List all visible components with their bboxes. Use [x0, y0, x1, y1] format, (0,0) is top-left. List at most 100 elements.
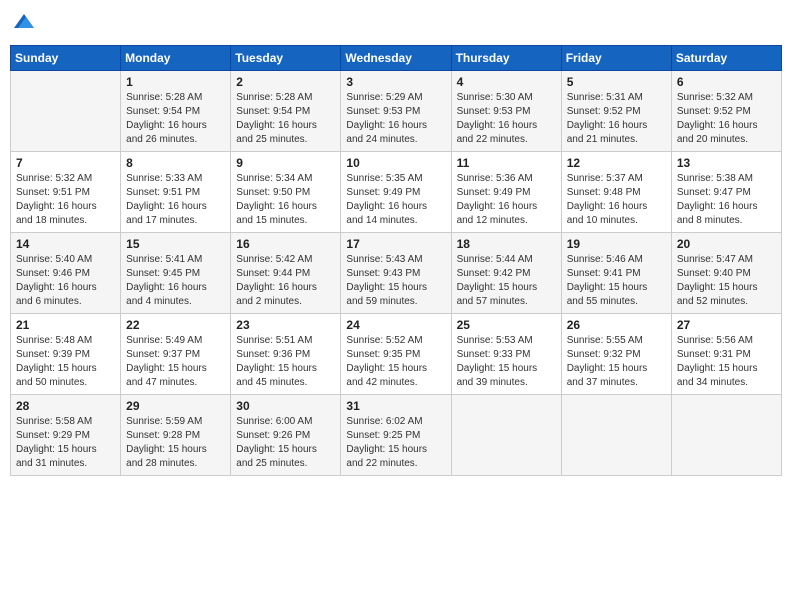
day-details: Sunrise: 5:48 AM Sunset: 9:39 PM Dayligh… [16, 334, 115, 390]
day-details: Sunrise: 5:41 AM Sunset: 9:45 PM Dayligh… [126, 253, 225, 309]
day-number: 22 [126, 318, 225, 332]
day-of-week-header: Wednesday [341, 46, 451, 71]
calendar-cell: 7 Sunrise: 5:32 AM Sunset: 9:51 PM Daylig… [11, 152, 121, 233]
calendar-week-row: 7 Sunrise: 5:32 AM Sunset: 9:51 PM Daylig… [11, 152, 782, 233]
day-number: 31 [346, 399, 445, 413]
calendar-cell: 3 Sunrise: 5:29 AM Sunset: 9:53 PM Daylig… [341, 71, 451, 152]
day-details: Sunrise: 5:32 AM Sunset: 9:52 PM Dayligh… [677, 91, 776, 147]
day-number: 2 [236, 75, 335, 89]
day-number: 24 [346, 318, 445, 332]
day-number: 30 [236, 399, 335, 413]
day-details: Sunrise: 5:52 AM Sunset: 9:35 PM Dayligh… [346, 334, 445, 390]
day-details: Sunrise: 5:56 AM Sunset: 9:31 PM Dayligh… [677, 334, 776, 390]
day-details: Sunrise: 5:28 AM Sunset: 9:54 PM Dayligh… [126, 91, 225, 147]
calendar-cell: 31Sunrise: 6:02 AM Sunset: 9:25 PM Dayli… [341, 395, 451, 476]
calendar-cell: 17 Sunrise: 5:43 AM Sunset: 9:43 PM Dayli… [341, 233, 451, 314]
calendar-cell: 27 Sunrise: 5:56 AM Sunset: 9:31 PM Dayli… [671, 314, 781, 395]
day-details: Sunrise: 5:30 AM Sunset: 9:53 PM Dayligh… [457, 91, 556, 147]
calendar-cell: 16 Sunrise: 5:42 AM Sunset: 9:44 PM Dayli… [231, 233, 341, 314]
calendar-cell: 9Sunrise: 5:34 AM Sunset: 9:50 PM Daylig… [231, 152, 341, 233]
day-number: 23 [236, 318, 335, 332]
day-number: 16 [236, 237, 335, 251]
day-details: Sunrise: 5:53 AM Sunset: 9:33 PM Dayligh… [457, 334, 556, 390]
day-details: Sunrise: 5:46 AM Sunset: 9:41 PM Dayligh… [567, 253, 666, 309]
calendar-cell: 30 Sunrise: 6:00 AM Sunset: 9:26 PM Dayli… [231, 395, 341, 476]
day-details: Sunrise: 5:32 AM Sunset: 9:51 PM Dayligh… [16, 172, 115, 228]
day-number: 15 [126, 237, 225, 251]
calendar-cell: 22Sunrise: 5:49 AM Sunset: 9:37 PM Dayli… [121, 314, 231, 395]
calendar-cell: 28 Sunrise: 5:58 AM Sunset: 9:29 PM Dayli… [11, 395, 121, 476]
day-of-week-header: Saturday [671, 46, 781, 71]
day-number: 1 [126, 75, 225, 89]
calendar-cell [11, 71, 121, 152]
day-number: 12 [567, 156, 666, 170]
day-details: Sunrise: 5:34 AM Sunset: 9:50 PM Dayligh… [236, 172, 335, 228]
day-of-week-header: Sunday [11, 46, 121, 71]
day-details: Sunrise: 5:51 AM Sunset: 9:36 PM Dayligh… [236, 334, 335, 390]
day-details: Sunrise: 6:00 AM Sunset: 9:26 PM Dayligh… [236, 415, 335, 471]
day-details: Sunrise: 5:31 AM Sunset: 9:52 PM Dayligh… [567, 91, 666, 147]
calendar-cell: 11 Sunrise: 5:36 AM Sunset: 9:49 PM Dayli… [451, 152, 561, 233]
day-number: 8 [126, 156, 225, 170]
calendar-week-row: 1 Sunrise: 5:28 AM Sunset: 9:54 PM Daylig… [11, 71, 782, 152]
calendar-cell: 14Sunrise: 5:40 AM Sunset: 9:46 PM Dayli… [11, 233, 121, 314]
day-of-week-header: Tuesday [231, 46, 341, 71]
day-details: Sunrise: 5:38 AM Sunset: 9:47 PM Dayligh… [677, 172, 776, 228]
day-details: Sunrise: 5:43 AM Sunset: 9:43 PM Dayligh… [346, 253, 445, 309]
day-of-week-header: Friday [561, 46, 671, 71]
day-details: Sunrise: 5:37 AM Sunset: 9:48 PM Dayligh… [567, 172, 666, 228]
day-number: 4 [457, 75, 556, 89]
day-details: Sunrise: 5:47 AM Sunset: 9:40 PM Dayligh… [677, 253, 776, 309]
day-number: 26 [567, 318, 666, 332]
day-of-week-header: Monday [121, 46, 231, 71]
day-number: 13 [677, 156, 776, 170]
calendar-cell: 26 Sunrise: 5:55 AM Sunset: 9:32 PM Dayli… [561, 314, 671, 395]
day-number: 20 [677, 237, 776, 251]
logo [10, 10, 36, 39]
day-details: Sunrise: 5:29 AM Sunset: 9:53 PM Dayligh… [346, 91, 445, 147]
day-details: Sunrise: 5:36 AM Sunset: 9:49 PM Dayligh… [457, 172, 556, 228]
calendar-cell: 5Sunrise: 5:31 AM Sunset: 9:52 PM Daylig… [561, 71, 671, 152]
calendar-cell: 2 Sunrise: 5:28 AM Sunset: 9:54 PM Daylig… [231, 71, 341, 152]
day-number: 18 [457, 237, 556, 251]
calendar-cell: 25 Sunrise: 5:53 AM Sunset: 9:33 PM Dayli… [451, 314, 561, 395]
day-of-week-header: Thursday [451, 46, 561, 71]
calendar-cell: 21 Sunrise: 5:48 AM Sunset: 9:39 PM Dayli… [11, 314, 121, 395]
calendar-cell [561, 395, 671, 476]
calendar-week-row: 28 Sunrise: 5:58 AM Sunset: 9:29 PM Dayli… [11, 395, 782, 476]
calendar-table: SundayMondayTuesdayWednesdayThursdayFrid… [10, 45, 782, 476]
calendar-cell [671, 395, 781, 476]
calendar-header-row: SundayMondayTuesdayWednesdayThursdayFrid… [11, 46, 782, 71]
day-number: 21 [16, 318, 115, 332]
day-number: 11 [457, 156, 556, 170]
day-details: Sunrise: 5:55 AM Sunset: 9:32 PM Dayligh… [567, 334, 666, 390]
calendar-cell: 24 Sunrise: 5:52 AM Sunset: 9:35 PM Dayli… [341, 314, 451, 395]
calendar-cell: 8 Sunrise: 5:33 AM Sunset: 9:51 PM Daylig… [121, 152, 231, 233]
day-number: 28 [16, 399, 115, 413]
page-header [10, 10, 782, 39]
calendar-cell: 20 Sunrise: 5:47 AM Sunset: 9:40 PM Dayli… [671, 233, 781, 314]
day-details: Sunrise: 5:40 AM Sunset: 9:46 PM Dayligh… [16, 253, 115, 309]
day-number: 17 [346, 237, 445, 251]
calendar-cell: 13 Sunrise: 5:38 AM Sunset: 9:47 PM Dayli… [671, 152, 781, 233]
day-details: Sunrise: 5:42 AM Sunset: 9:44 PM Dayligh… [236, 253, 335, 309]
day-number: 10 [346, 156, 445, 170]
day-details: Sunrise: 5:58 AM Sunset: 9:29 PM Dayligh… [16, 415, 115, 471]
calendar-cell: 29 Sunrise: 5:59 AM Sunset: 9:28 PM Dayli… [121, 395, 231, 476]
day-details: Sunrise: 5:44 AM Sunset: 9:42 PM Dayligh… [457, 253, 556, 309]
calendar-cell: 23 Sunrise: 5:51 AM Sunset: 9:36 PM Dayli… [231, 314, 341, 395]
day-number: 25 [457, 318, 556, 332]
logo-icon [12, 10, 36, 34]
day-number: 27 [677, 318, 776, 332]
calendar-week-row: 21 Sunrise: 5:48 AM Sunset: 9:39 PM Dayli… [11, 314, 782, 395]
calendar-cell: 4 Sunrise: 5:30 AM Sunset: 9:53 PM Daylig… [451, 71, 561, 152]
day-number: 7 [16, 156, 115, 170]
day-details: Sunrise: 5:28 AM Sunset: 9:54 PM Dayligh… [236, 91, 335, 147]
day-number: 29 [126, 399, 225, 413]
day-number: 3 [346, 75, 445, 89]
day-details: Sunrise: 5:33 AM Sunset: 9:51 PM Dayligh… [126, 172, 225, 228]
day-details: Sunrise: 5:59 AM Sunset: 9:28 PM Dayligh… [126, 415, 225, 471]
calendar-cell: 1 Sunrise: 5:28 AM Sunset: 9:54 PM Daylig… [121, 71, 231, 152]
calendar-cell: 19Sunrise: 5:46 AM Sunset: 9:41 PM Dayli… [561, 233, 671, 314]
logo-text [10, 10, 36, 39]
